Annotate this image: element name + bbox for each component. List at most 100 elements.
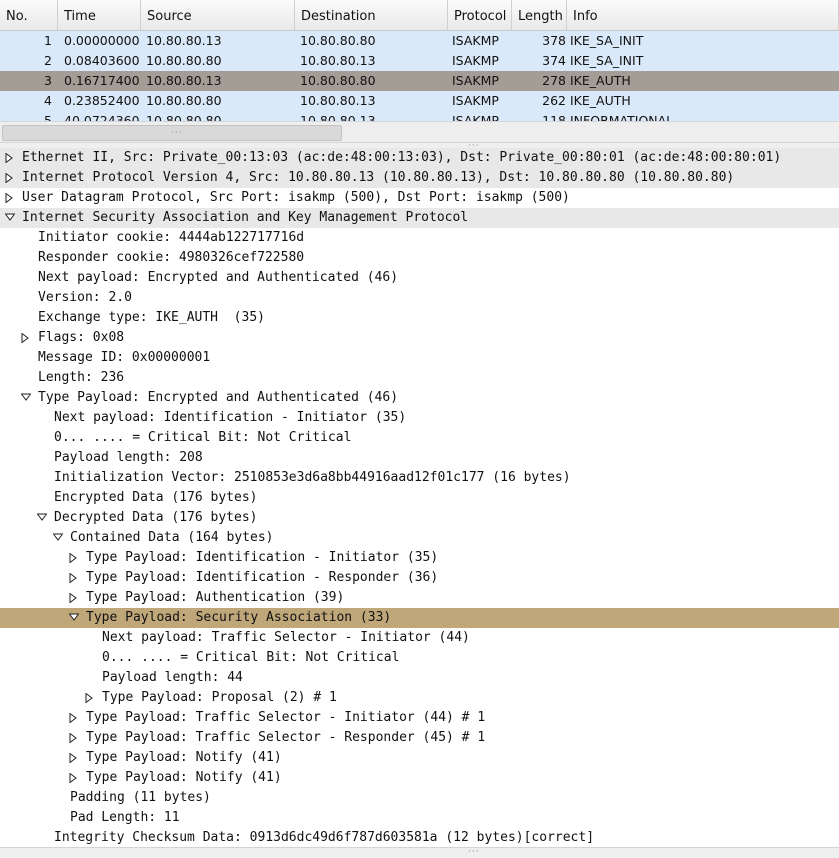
tree-item[interactable]: Flags: 0x08 [0, 328, 839, 348]
packet-cell-length: 378 [542, 33, 566, 48]
column-header-length[interactable]: Length [512, 0, 567, 30]
packet-cell-no: 1 [44, 33, 52, 48]
triangle-right-icon[interactable] [20, 328, 32, 348]
packet-cell-protocol: ISAKMP [452, 73, 499, 88]
triangle-right-icon[interactable] [84, 688, 96, 708]
tree-item[interactable]: Payload length: 44 [0, 668, 839, 688]
tree-item[interactable]: Type Payload: Encrypted and Authenticate… [0, 388, 839, 408]
packet-cell-no: 2 [44, 53, 52, 68]
tree-item[interactable]: Initialization Vector: 2510853e3d6a8bb44… [0, 468, 839, 488]
tree-item[interactable]: Contained Data (164 bytes) [0, 528, 839, 548]
tree-item[interactable]: Initiator cookie: 4444ab122717716d [0, 228, 839, 248]
triangle-right-icon[interactable] [68, 568, 80, 588]
tree-item[interactable]: Type Payload: Traffic Selector - Initiat… [0, 708, 839, 728]
scrollbar-thumb[interactable]: ··· [2, 125, 342, 141]
packet-cell-destination: 10.80.80.13 [300, 53, 376, 68]
tree-item-label: Type Payload: Authentication (39) [86, 590, 345, 605]
column-header-no[interactable]: No. [0, 0, 58, 30]
tree-item[interactable]: Type Payload: Identification - Initiator… [0, 548, 839, 568]
column-header-protocol[interactable]: Protocol [448, 0, 512, 30]
tree-item[interactable]: Type Payload: Proposal (2) # 1 [0, 688, 839, 708]
triangle-down-icon[interactable] [68, 608, 80, 628]
tree-item[interactable]: Payload length: 208 [0, 448, 839, 468]
packet-cell-no: 4 [44, 93, 52, 108]
pane-splitter-bottom[interactable]: ··· [0, 847, 839, 858]
triangle-right-icon[interactable] [68, 708, 80, 728]
tree-item[interactable]: Exchange type: IKE_AUTH (35) [0, 308, 839, 328]
tree-item-label: Responder cookie: 4980326cef722580 [38, 250, 305, 265]
tree-item-label: Type Payload: Security Association (33) [86, 610, 392, 625]
tree-item-label: Payload length: 208 [54, 450, 203, 465]
tree-item[interactable]: Type Payload: Identification - Responder… [0, 568, 839, 588]
tree-item[interactable]: Pad Length: 11 [0, 808, 839, 828]
column-header-info[interactable]: Info [567, 0, 839, 30]
tree-item[interactable]: 0... .... = Critical Bit: Not Critical [0, 428, 839, 448]
tree-item[interactable]: Next payload: Traffic Selector - Initiat… [0, 628, 839, 648]
tree-item[interactable]: Next payload: Identification - Initiator… [0, 408, 839, 428]
packet-list-pane[interactable]: No. Time Source Destination Protocol Length In… [0, 0, 839, 142]
packet-list-header: No. Time Source Destination Protocol Length In… [0, 0, 839, 31]
tree-item[interactable]: Message ID: 0x00000001 [0, 348, 839, 368]
triangle-right-icon[interactable] [4, 188, 16, 208]
tree-item[interactable]: Type Payload: Notify (41) [0, 748, 839, 768]
tree-item-label: Type Payload: Notify (41) [86, 750, 282, 765]
tree-item-label: Initiator cookie: 4444ab122717716d [38, 230, 305, 245]
triangle-right-icon[interactable] [68, 768, 80, 788]
packet-details-tree[interactable]: Ethernet II, Src: Private_00:13:03 (ac:d… [0, 148, 839, 847]
triangle-down-icon[interactable] [4, 208, 16, 228]
triangle-down-icon[interactable] [20, 388, 32, 408]
packet-cell-info: IKE_AUTH [570, 73, 631, 88]
packet-cell-length: 118 [542, 113, 566, 121]
tree-item-label: Type Payload: Traffic Selector - Respond… [86, 730, 486, 745]
column-header-time[interactable]: Time [58, 0, 141, 30]
tree-item[interactable]: User Datagram Protocol, Src Port: isakmp… [0, 188, 839, 208]
packet-row[interactable]: 4 0.23852400 10.80.80.80 10.80.80.13 ISAKMP 2… [0, 91, 839, 111]
column-header-destination[interactable]: Destination [295, 0, 448, 30]
tree-item[interactable]: Next payload: Encrypted and Authenticate… [0, 268, 839, 288]
tree-item-label: 0... .... = Critical Bit: Not Critical [54, 430, 352, 445]
tree-item[interactable]: Type Payload: Authentication (39) [0, 588, 839, 608]
triangle-right-icon[interactable] [4, 168, 16, 188]
tree-item[interactable]: Responder cookie: 4980326cef722580 [0, 248, 839, 268]
packet-row-selected[interactable]: 3 0.16717400 10.80.80.13 10.80.80.80 ISAKMP 2… [0, 71, 839, 91]
tree-item-label: Version: 2.0 [38, 290, 132, 305]
tree-item-label: Type Payload: Identification - Initiator… [86, 550, 439, 565]
packet-cell-length: 262 [542, 93, 566, 108]
tree-item[interactable]: Padding (11 bytes) [0, 788, 839, 808]
tree-item-label: Flags: 0x08 [38, 330, 125, 345]
packet-cell-info: IKE_AUTH [570, 93, 631, 108]
tree-item-label: Next payload: Identification - Initiator… [54, 410, 407, 425]
tree-item[interactable]: Internet Security Association and Key Ma… [0, 208, 839, 228]
triangle-right-icon[interactable] [4, 148, 16, 168]
triangle-right-icon[interactable] [68, 588, 80, 608]
packet-cell-time: 40.0724360 [64, 113, 140, 121]
packet-cell-destination: 10.80.80.13 [300, 93, 376, 108]
tree-item[interactable]: Ethernet II, Src: Private_00:13:03 (ac:d… [0, 148, 839, 168]
triangle-right-icon[interactable] [68, 728, 80, 748]
triangle-down-icon[interactable] [36, 508, 48, 528]
packet-list-horizontal-scrollbar[interactable]: ··· [0, 121, 839, 142]
packet-row[interactable]: 1 0.00000000 10.80.80.13 10.80.80.80 ISAKMP 3… [0, 31, 839, 51]
packet-cell-destination: 10.80.80.13 [300, 113, 376, 121]
packet-row[interactable]: 2 0.08403600 10.80.80.80 10.80.80.13 ISAKMP 3… [0, 51, 839, 71]
tree-item-label: Message ID: 0x00000001 [38, 350, 211, 365]
tree-item[interactable]: Integrity Checksum Data: 0913d6dc49d6f78… [0, 828, 839, 847]
tree-item[interactable]: Type Payload: Traffic Selector - Respond… [0, 728, 839, 748]
column-header-source[interactable]: Source [141, 0, 295, 30]
tree-item[interactable]: Decrypted Data (176 bytes) [0, 508, 839, 528]
tree-item-label: Type Payload: Identification - Responder… [86, 570, 439, 585]
triangle-right-icon[interactable] [68, 548, 80, 568]
packet-cell-protocol: ISAKMP [452, 53, 499, 68]
triangle-right-icon[interactable] [68, 748, 80, 768]
tree-item[interactable]: 0... .... = Critical Bit: Not Critical [0, 648, 839, 668]
packet-cell-time: 0.23852400 [64, 93, 140, 108]
packet-row[interactable]: 5 40.0724360 10.80.80.80 10.80.80.13 ISAKMP 1… [0, 111, 839, 121]
tree-item[interactable]: Type Payload: Notify (41) [0, 768, 839, 788]
tree-item[interactable]: Internet Protocol Version 4, Src: 10.80.… [0, 168, 839, 188]
tree-item[interactable]: Length: 236 [0, 368, 839, 388]
packet-list-body[interactable]: 1 0.00000000 10.80.80.13 10.80.80.80 ISAKMP 3… [0, 31, 839, 121]
tree-item-selected[interactable]: Type Payload: Security Association (33) [0, 608, 839, 628]
tree-item[interactable]: Version: 2.0 [0, 288, 839, 308]
tree-item[interactable]: Encrypted Data (176 bytes) [0, 488, 839, 508]
triangle-down-icon[interactable] [52, 528, 64, 548]
